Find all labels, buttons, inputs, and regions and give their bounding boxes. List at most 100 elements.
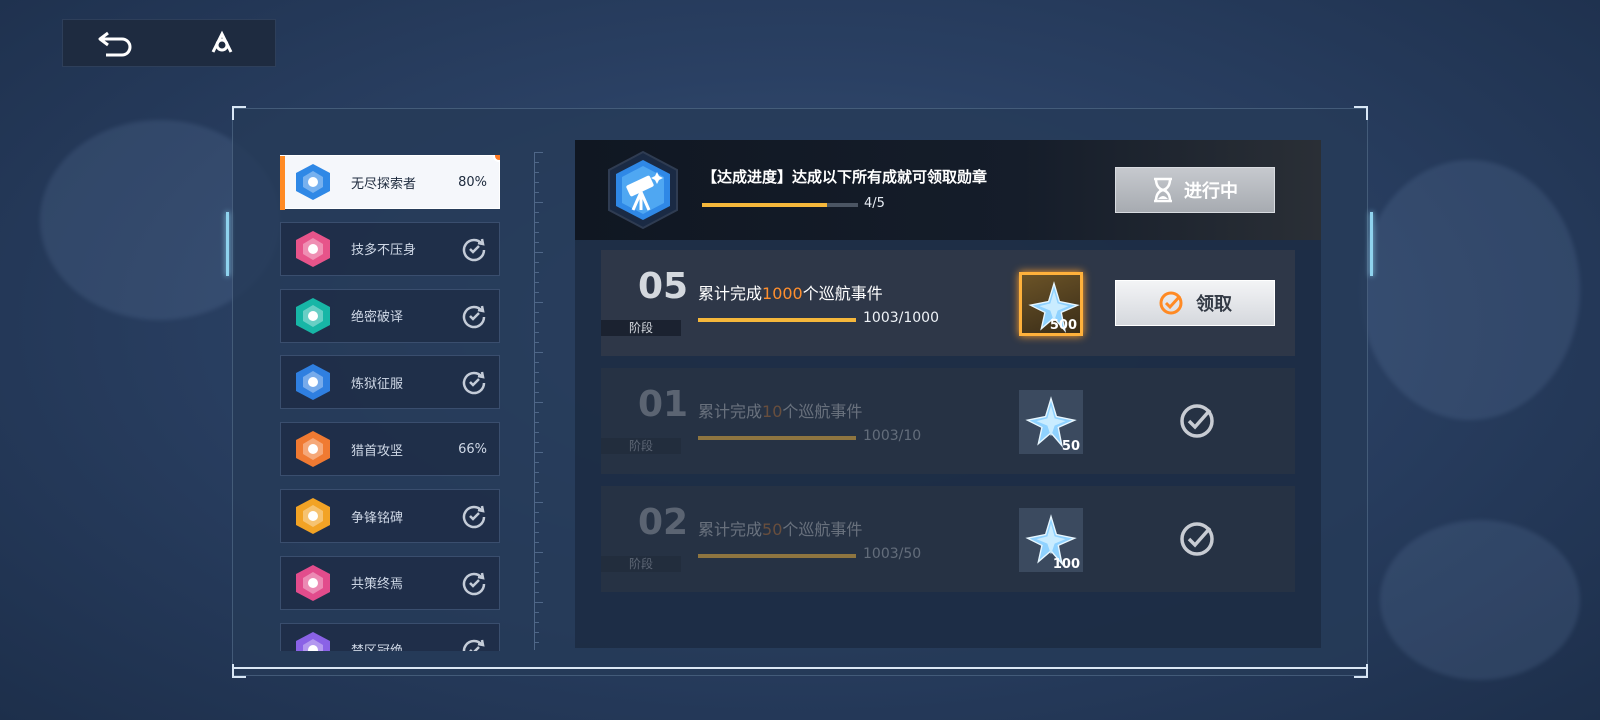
task-progress-text: 1003/50: [863, 546, 922, 562]
reward-crystal-icon[interactable]: 50: [1019, 390, 1083, 454]
frame-side-light: [226, 212, 229, 276]
frame-corner: [232, 106, 246, 120]
medal-requirement-title: 【达成进度】达成以下所有成就可领取勋章: [702, 168, 988, 186]
category-name: 炼狱征服: [351, 376, 404, 392]
sidebar-item-1[interactable]: 技多不压身: [280, 221, 500, 276]
task-prefix: 累计完成: [698, 284, 763, 303]
ruler-tick: [535, 222, 539, 223]
task-prefix: 累计完成: [698, 402, 763, 421]
task-progress-fill: [698, 318, 856, 322]
frame-side-light: [1370, 212, 1373, 276]
task-progress-text: 1003/10: [863, 428, 922, 444]
category-name: 争锋铭碑: [351, 510, 404, 526]
claim-button[interactable]: 领取: [1115, 280, 1275, 326]
task-card: 05 阶段 累计完成1000个巡航事件 1003/1000 500 领取: [601, 250, 1295, 356]
medal-telescope-icon: [608, 150, 678, 230]
stage-label: 阶段: [601, 438, 681, 454]
category-name: 无尽探索者: [351, 176, 417, 192]
back-button[interactable]: [63, 19, 169, 67]
ruler-tick: [535, 462, 539, 463]
ruler-tick: [535, 202, 543, 203]
category-name: 绝密破译: [351, 310, 404, 326]
ruler-tick: [535, 262, 539, 263]
completed-cycle-icon: [461, 236, 487, 262]
sidebar-item-5[interactable]: 争锋铭碑: [280, 489, 500, 543]
scroll-ruler: [534, 152, 543, 650]
ruler-tick: [535, 502, 543, 503]
ruler-tick: [535, 512, 539, 513]
ruler-tick: [535, 582, 539, 583]
stage-label: 阶段: [601, 556, 681, 572]
completed-cycle-icon: [461, 637, 487, 651]
category-name: 禁区冠绝: [351, 640, 461, 651]
category-emblem-icon: [293, 496, 333, 536]
ruler-tick: [535, 532, 539, 533]
ruler-tick: [535, 172, 539, 173]
background-shape: [1360, 160, 1580, 420]
ruler-tick: [535, 592, 539, 593]
reward-crystal-icon[interactable]: 500: [1019, 272, 1083, 336]
category-name: 共策终焉: [351, 577, 404, 593]
reward-amount: 100: [1052, 557, 1080, 572]
task-description: 累计完成50个巡航事件: [698, 516, 862, 540]
hub-button[interactable]: [169, 19, 275, 67]
task-progress-fill: [698, 554, 856, 558]
medal-progress-bar: [702, 203, 858, 207]
ruler-tick: [535, 402, 543, 403]
task-card: 02 阶段 累计完成50个巡航事件 1003/50 100: [601, 486, 1295, 592]
reward-amount: 500: [1049, 318, 1077, 333]
ruler-tick: [535, 242, 539, 243]
ruler-tick: [535, 312, 539, 313]
task-prefix: 累计完成: [698, 520, 763, 539]
ruler-tick: [535, 492, 539, 493]
ruler-tick: [535, 212, 539, 213]
reward-crystal-icon[interactable]: 100: [1019, 508, 1083, 572]
ruler-tick: [535, 642, 539, 643]
category-percent: 66%: [458, 441, 487, 457]
ruler-tick: [535, 162, 539, 163]
ruler-tick: [535, 152, 543, 153]
ruler-tick: [535, 362, 539, 363]
achievement-category-list[interactable]: 无尽探索者 80% 技多不压身绝密破译炼狱征服猎首攻坚 66% 争锋铭碑共策终焉禁区冠绝: [280, 155, 500, 651]
category-emblem-icon: [293, 229, 333, 269]
in-progress-button[interactable]: 进行中: [1115, 167, 1275, 213]
category-emblem-icon: [293, 296, 333, 336]
category-emblem-icon: [293, 563, 333, 603]
ruler-tick: [535, 562, 539, 563]
category-emblem-icon: [293, 162, 333, 202]
sidebar-item-6[interactable]: 共策终焉: [280, 555, 500, 610]
sidebar-item-0[interactable]: 无尽探索者 80%: [280, 155, 500, 210]
ruler-tick: [535, 572, 539, 573]
ruler-tick: [535, 272, 539, 273]
task-target-number: 1000: [762, 284, 803, 303]
hourglass-icon: [1154, 177, 1172, 203]
medal-header: 【达成进度】达成以下所有成就可领取勋章 4/5 进行中: [575, 140, 1321, 240]
medal-progress-count: 4/5: [864, 196, 885, 211]
sidebar-item-7[interactable]: 禁区冠绝: [280, 622, 500, 651]
ruler-tick: [535, 552, 543, 553]
ruler-tick: [535, 332, 539, 333]
task-progress-fill: [698, 436, 856, 440]
ruler-tick: [535, 542, 539, 543]
completed-cycle-icon: [461, 303, 487, 329]
completed-check-icon: [1180, 522, 1214, 556]
ruler-tick: [535, 412, 539, 413]
ruler-tick: [535, 442, 539, 443]
sidebar-item-3[interactable]: 炼狱征服: [280, 355, 500, 410]
ruler-tick: [535, 352, 543, 353]
ruler-tick: [535, 612, 539, 613]
task-description: 累计完成10个巡航事件: [698, 398, 862, 422]
ruler-tick: [535, 622, 539, 623]
notification-dot: [493, 155, 500, 162]
reward-amount: 50: [1061, 439, 1080, 454]
task-suffix: 个巡航事件: [802, 284, 883, 303]
stage-number: 01: [637, 384, 689, 425]
completed-cycle-icon: [461, 570, 487, 596]
sidebar-item-4[interactable]: 猎首攻坚 66%: [280, 422, 500, 477]
task-progress-bar: [698, 318, 856, 322]
category-emblem-icon: [293, 362, 333, 402]
task-card: 01 阶段 累计完成10个巡航事件 1003/10 50: [601, 368, 1295, 474]
category-name: 猎首攻坚: [351, 443, 404, 459]
sidebar-item-2[interactable]: 绝密破译: [280, 288, 500, 343]
task-target-number: 10: [762, 402, 783, 421]
